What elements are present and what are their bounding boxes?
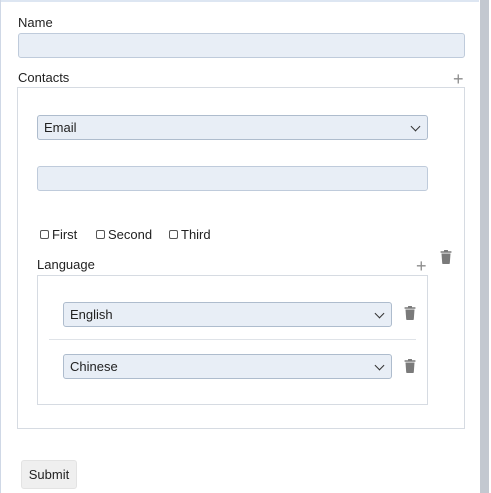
submit-button[interactable]: Submit — [21, 460, 77, 489]
chevron-down-icon — [374, 360, 385, 370]
language-value: English — [70, 307, 113, 322]
checkbox-third[interactable]: Third — [169, 227, 211, 242]
language-select-2[interactable]: Chinese — [63, 354, 392, 379]
contacts-label: Contacts — [18, 70, 70, 85]
name-label: Name — [18, 15, 53, 30]
checkbox-second[interactable]: Second — [96, 227, 152, 242]
scrollbar-thumb[interactable] — [480, 0, 489, 493]
checkbox-label: First — [52, 227, 78, 242]
checkbox-first[interactable]: First — [40, 227, 77, 242]
delete-language-trash-icon[interactable] — [404, 359, 416, 373]
frame-top-border — [0, 0, 480, 2]
chevron-down-icon — [410, 121, 421, 131]
delete-contact-trash-icon[interactable] — [440, 250, 452, 264]
contact-value-input[interactable] — [37, 166, 428, 191]
add-contact-plus-icon[interactable]: + — [453, 70, 464, 88]
contact-type-value: Email — [44, 120, 77, 135]
checkbox-label: Third — [181, 227, 211, 242]
contact-type-select[interactable]: Email — [37, 115, 428, 140]
checkbox-label: Second — [108, 227, 153, 242]
frame-left-border — [0, 0, 1, 493]
add-language-plus-icon[interactable]: + — [416, 257, 427, 275]
language-divider — [49, 339, 416, 340]
name-input[interactable] — [18, 33, 465, 58]
checkbox-box[interactable] — [169, 230, 178, 239]
languages-box — [37, 275, 428, 405]
language-select-1[interactable]: English — [63, 302, 392, 327]
checkbox-box[interactable] — [96, 230, 105, 239]
language-label: Language — [37, 257, 95, 272]
language-value: Chinese — [70, 359, 118, 374]
chevron-down-icon — [374, 308, 385, 318]
delete-language-trash-icon[interactable] — [404, 306, 416, 320]
checkbox-box[interactable] — [40, 230, 49, 239]
